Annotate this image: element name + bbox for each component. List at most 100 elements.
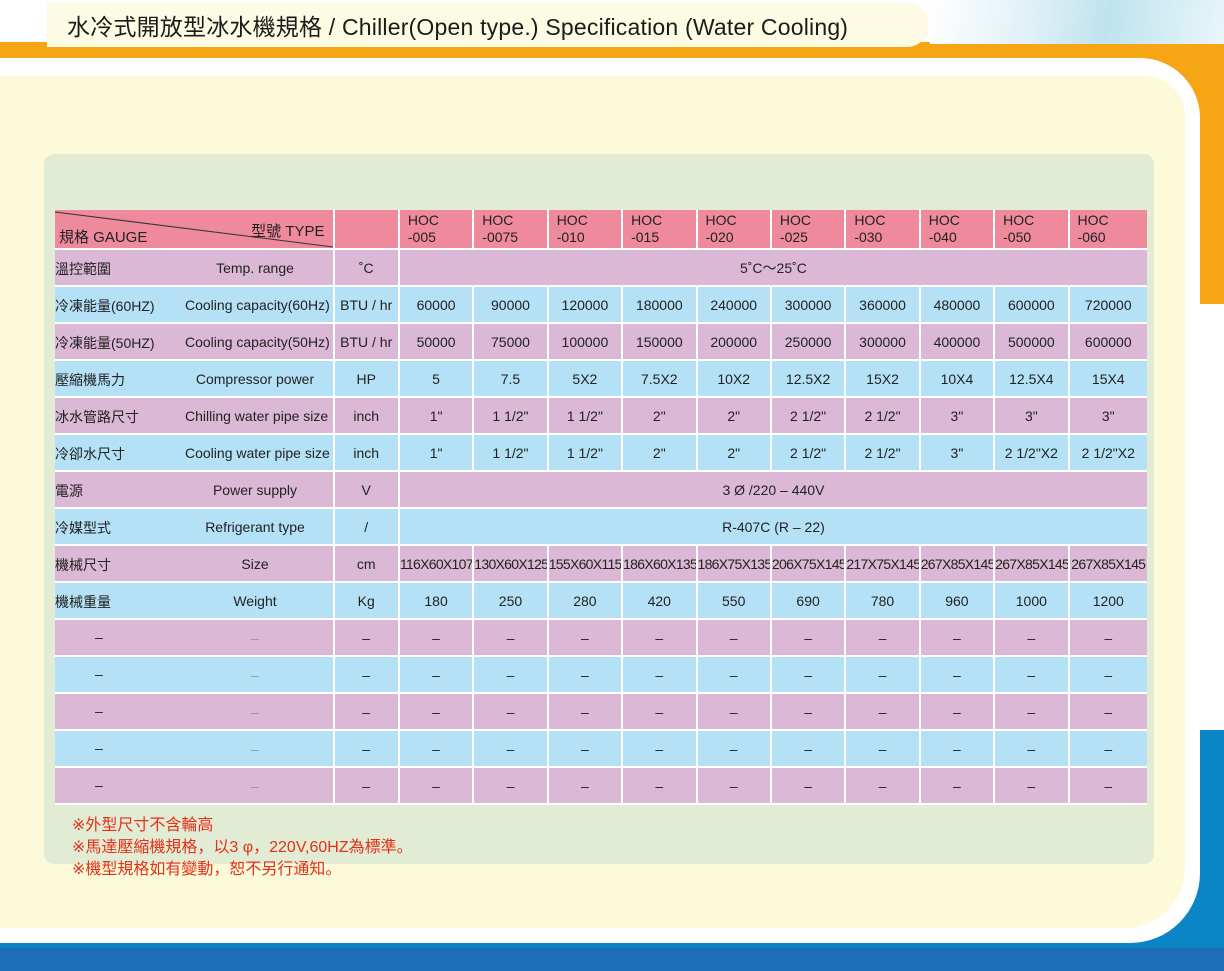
spec-value-cell: 7.5X2 [623, 361, 698, 398]
spec-value-cell: 2 1/2" [771, 435, 847, 472]
spec-value-cell: 3" [1069, 398, 1147, 435]
table-row: – – – – – – – – – – – – – [55, 620, 1147, 657]
spec-value-cell: 12.5X4 [995, 361, 1070, 398]
spec-name-zh: – [95, 666, 103, 682]
spec-name-zh: 冷卻水尺寸 [55, 446, 125, 462]
spec-name-zh: 壓縮機馬力 [55, 372, 125, 388]
model-code: -030 [854, 229, 883, 245]
spec-value-cell: 267X85X145 [995, 546, 1070, 583]
spec-value-cell: 60000 [399, 287, 475, 324]
spec-value-cell: – [697, 657, 772, 694]
table-row: 冷媒型式 Refrigerant type / R-407C (R – 22) [55, 509, 1147, 546]
spec-value-cell: 1000 [995, 583, 1070, 620]
spec-value-cell: – [1069, 657, 1147, 694]
spec-value-cell: – [697, 768, 772, 805]
table-row: 溫控範圍 Temp. range ˚C 5˚C〜25˚C [55, 250, 1147, 287]
spec-unit-cell: – [334, 620, 400, 657]
spec-value-cell: 180000 [623, 287, 698, 324]
spec-value-cell: 2" [697, 398, 772, 435]
spec-name-cell: 機械尺寸 Size [55, 546, 335, 583]
note-line: ※機型規格如有變動，恕不另行通知。 [72, 861, 342, 878]
spec-value-cell: 120000 [548, 287, 624, 324]
spec-name-en: Refrigerant type [205, 519, 305, 535]
table-row: 冷凍能量(50HZ) Cooling capacity(50Hz) BTU / hr… [55, 324, 1147, 361]
spec-value-cell: 15X2 [846, 361, 921, 398]
spec-value-cell: 360000 [846, 287, 921, 324]
note-line: ※馬達壓縮機規格，以3 φ，220V,60HZ為標準。 [72, 839, 413, 856]
spec-value-cell: – [920, 768, 996, 805]
spec-value-cell: 2 1/2" [846, 398, 921, 435]
model-code: -040 [928, 229, 957, 245]
model-prefix: HOC [1077, 212, 1109, 228]
spec-value-cell: – [548, 620, 624, 657]
table-row: 機械尺寸 Size cm 116X60X107 130X60X125 155X60X115… [55, 546, 1147, 583]
model-code: -060 [1077, 229, 1106, 245]
spec-name-cell: 壓縮機馬力 Compressor power [55, 361, 335, 398]
spec-name-zh: 溫控範圍 [55, 261, 111, 277]
spec-value-cell: 600000 [995, 287, 1070, 324]
spec-value-cell: 90000 [474, 287, 549, 324]
gauge-type-header-cell: 型號 TYPE 規格 GAUGE [55, 210, 335, 250]
spec-value-cell: – [474, 657, 549, 694]
spec-value-cell: 550 [697, 583, 772, 620]
water-splash-decoration [930, 0, 1224, 44]
spec-value-cell: 1200 [1069, 583, 1147, 620]
model-header-cell: HOC -060 [1069, 210, 1147, 250]
model-code: -0075 [482, 229, 519, 245]
spec-name-zh: 冷凍能量(50HZ) [55, 335, 155, 351]
spec-name-cell: 冷媒型式 Refrigerant type [55, 509, 335, 546]
spec-unit-cell: V [334, 472, 400, 509]
spec-value-cell: – [623, 731, 698, 768]
spec-value-cell: – [920, 620, 996, 657]
spec-value-cell: 1" [399, 398, 475, 435]
spec-value-cell: – [846, 731, 921, 768]
spec-name-zh: – [95, 777, 103, 793]
type-label: 型號 TYPE [251, 223, 325, 240]
spec-name-en: Cooling water pipe size [185, 445, 330, 461]
model-code: -010 [556, 229, 585, 245]
spec-value-cell: 130X60X125 [474, 546, 549, 583]
spec-value-cell: – [474, 620, 549, 657]
spec-name-en: – [251, 778, 259, 794]
spec-name-cell: 溫控範圍 Temp. range [55, 250, 335, 287]
spec-table-body: 型號 TYPE 規格 GAUGE HOC -005 HOC -0075 HOC -010 HOC… [55, 210, 1147, 805]
spec-value-cell: 300000 [771, 287, 847, 324]
spec-value-cell: 200000 [697, 324, 772, 361]
spec-value-cell: 960 [920, 583, 996, 620]
spec-name-cell: – – [55, 657, 335, 694]
spec-value-cell: – [548, 731, 624, 768]
spec-name-en: Cooling capacity(60Hz) [185, 297, 330, 313]
spec-value-cell: 250 [474, 583, 549, 620]
spec-value-cell: – [846, 657, 921, 694]
table-row: – – – – – – – – – – – – – [55, 768, 1147, 805]
spec-value-cell: 116X60X107 [399, 546, 475, 583]
spec-value-cell: – [697, 620, 772, 657]
spec-value-cell: – [474, 731, 549, 768]
spec-value-cell: – [399, 731, 475, 768]
spec-value-cell: – [920, 694, 996, 731]
spec-unit-cell: inch [334, 435, 400, 472]
spec-name-cell: – – [55, 694, 335, 731]
spec-value-cell: 217X75X145 [846, 546, 921, 583]
spec-value-cell: 280 [548, 583, 624, 620]
spec-value-cell: 2" [623, 435, 698, 472]
model-code: -050 [1003, 229, 1032, 245]
spec-value-cell: – [1069, 731, 1147, 768]
model-code: -015 [631, 229, 660, 245]
spec-value-cell: 50000 [399, 324, 475, 361]
spec-value-cell: – [846, 768, 921, 805]
spec-value-cell: – [771, 768, 847, 805]
table-row: 機械重量 Weight Kg 180 250 280 420 550 690 780 960 1000… [55, 583, 1147, 620]
spec-value-cell: 7.5 [474, 361, 549, 398]
spec-unit-cell: / [334, 509, 400, 546]
spec-value-cell: 15X4 [1069, 361, 1147, 398]
spec-value-cell: – [995, 731, 1070, 768]
spec-value-cell: 1 1/2" [548, 398, 624, 435]
table-row: 冰水管路尺寸 Chilling water pipe size inch 1" 1 1/… [55, 398, 1147, 435]
spec-value-cell: – [1069, 694, 1147, 731]
note-line: ※外型尺寸不含輪高 [72, 817, 214, 834]
spec-name-en: – [251, 741, 259, 757]
spec-value-cell: – [623, 620, 698, 657]
spec-value-cell: – [771, 657, 847, 694]
table-row: 冷卻水尺寸 Cooling water pipe size inch 1" 1 1/2"… [55, 435, 1147, 472]
